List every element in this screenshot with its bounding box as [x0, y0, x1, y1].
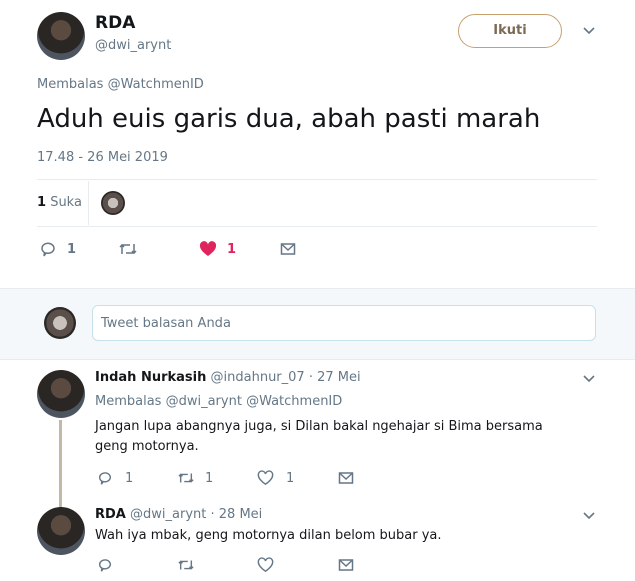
heart-icon	[257, 557, 274, 573]
reply-icon	[39, 240, 57, 258]
follow-button-label: Ikuti	[493, 23, 527, 38]
author-avatar[interactable]	[37, 12, 85, 60]
reply-display-name[interactable]: Indah Nurkasih	[95, 370, 206, 385]
like-count: 1	[227, 241, 237, 257]
likes-label: Suka	[50, 195, 82, 210]
reply-date[interactable]: · 27 Mei	[309, 370, 361, 385]
reply-header: Indah Nurkasih @indahnur_07 · 27 Mei	[95, 370, 361, 385]
retweet-action[interactable]	[118, 240, 138, 262]
reply-date[interactable]: · 28 Mei	[211, 507, 263, 522]
direct-message-action[interactable]	[338, 557, 354, 577]
retweet-action[interactable]: 1	[177, 470, 213, 486]
tweet-text: Aduh euis garis dua, abah pasti marah	[37, 104, 541, 134]
reply-text: Jangan lupa abangnya juga, si Dilan baka…	[95, 419, 543, 454]
reply-avatar[interactable]	[37, 370, 85, 418]
envelope-icon	[338, 557, 354, 573]
like-action[interactable]	[257, 557, 274, 577]
chevron-down-icon[interactable]	[582, 511, 596, 521]
replying-to-link[interactable]: @WatchmenID	[108, 77, 204, 92]
reply-input-placeholder: Tweet balasan Anda	[101, 316, 231, 331]
reply-text: Wah iya mbak, geng motornya dilan belom …	[95, 528, 442, 543]
like-count: 1	[286, 470, 295, 486]
follow-button[interactable]: Ikuti	[458, 14, 562, 48]
reply-handle[interactable]: @dwi_arynt	[130, 507, 206, 522]
envelope-icon	[280, 241, 296, 257]
replying-to: Membalas @WatchmenID	[37, 77, 204, 92]
likes-count: 1	[37, 195, 47, 210]
retweet-action[interactable]	[177, 557, 195, 577]
reply-count: 1	[67, 241, 77, 257]
reply-replying-prefix: Membalas	[95, 394, 162, 409]
reply-action[interactable]	[97, 557, 113, 577]
retweet-icon	[177, 557, 195, 573]
reply-replying-to: Membalas @dwi_arynt @WatchmenID	[95, 394, 342, 409]
divider	[37, 179, 597, 180]
retweet-icon	[118, 240, 138, 258]
chevron-down-icon[interactable]	[582, 26, 596, 36]
heart-icon	[257, 470, 274, 486]
reply-icon	[97, 557, 113, 573]
reply-input[interactable]: Tweet balasan Anda	[92, 305, 596, 341]
thread-line	[59, 420, 62, 508]
reply-action[interactable]: 1	[39, 240, 76, 258]
direct-message-action[interactable]	[338, 470, 354, 490]
author-display-name[interactable]: RDA	[95, 13, 135, 33]
reply-header: RDA @dwi_arynt · 28 Mei	[95, 507, 262, 522]
reply-icon	[97, 470, 113, 486]
current-user-avatar	[44, 307, 76, 339]
retweet-icon	[177, 470, 195, 486]
reply-composer: Tweet balasan Anda	[0, 288, 635, 360]
chevron-down-icon[interactable]	[582, 374, 596, 384]
like-action[interactable]: 1	[199, 240, 236, 258]
reply-display-name[interactable]: RDA	[95, 507, 126, 522]
reply-avatar[interactable]	[37, 507, 85, 555]
reply-action[interactable]: 1	[97, 470, 133, 486]
reply-handle[interactable]: @indahnur_07	[211, 370, 305, 385]
replying-prefix: Membalas	[37, 77, 104, 92]
tweet-timestamp[interactable]: 17.48 - 26 Mei 2019	[37, 150, 168, 165]
liker-avatar[interactable]	[101, 191, 125, 215]
direct-message-action[interactable]	[280, 241, 296, 261]
retweet-count: 1	[205, 470, 214, 486]
reply-replying-to-link[interactable]: @dwi_arynt @WatchmenID	[166, 394, 343, 409]
reply-count: 1	[125, 470, 134, 486]
author-handle[interactable]: @dwi_arynt	[95, 38, 171, 53]
heart-filled-icon	[199, 240, 217, 258]
divider	[37, 226, 597, 227]
like-action[interactable]: 1	[257, 470, 294, 486]
likes-stat[interactable]: 1 Suka	[37, 195, 82, 210]
divider	[88, 181, 89, 225]
envelope-icon	[338, 470, 354, 486]
